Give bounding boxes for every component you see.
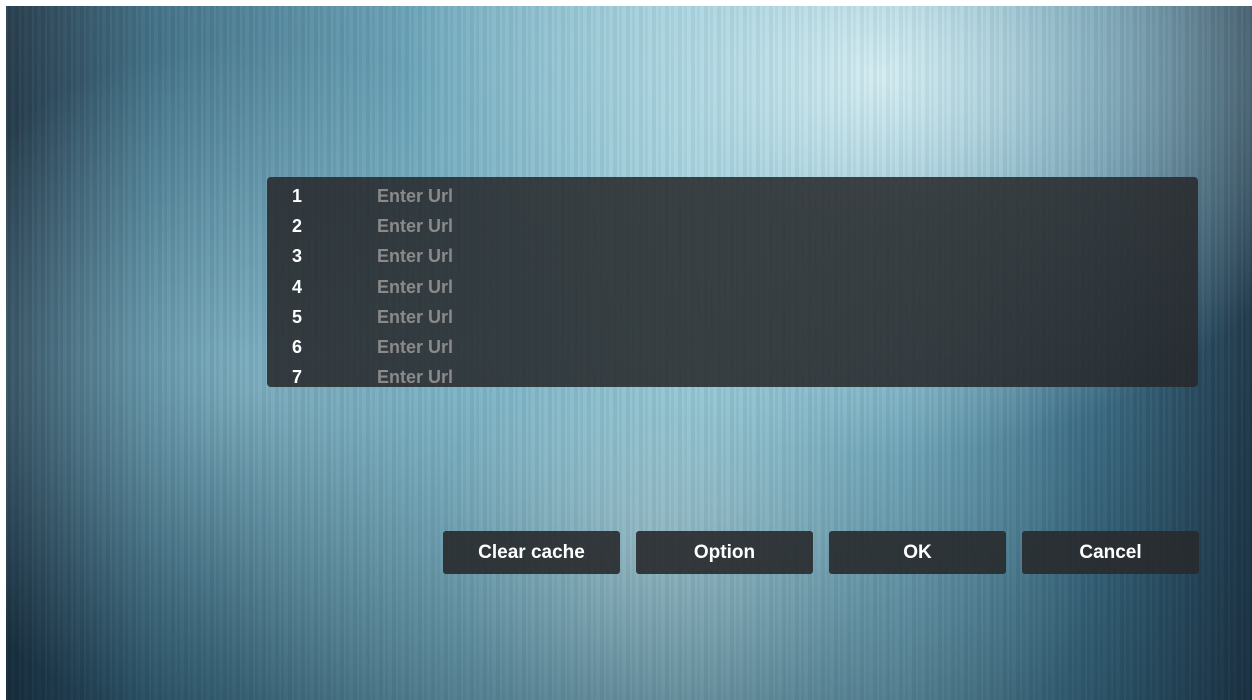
clear-cache-button[interactable]: Clear cache	[443, 531, 620, 574]
url-input-4[interactable]	[377, 274, 1157, 301]
row-number: 7	[292, 367, 303, 388]
url-list-panel: 1 2 3 4 5 6 7	[267, 177, 1198, 391]
url-row-6: 6	[267, 332, 1198, 362]
url-row-3: 3	[267, 242, 1198, 272]
row-number: 3	[292, 246, 303, 267]
row-number: 6	[292, 337, 303, 358]
url-row-1: 1	[267, 181, 1198, 211]
url-row-5: 5	[267, 302, 1198, 332]
cancel-button[interactable]: Cancel	[1022, 531, 1199, 574]
url-input-1[interactable]	[377, 183, 1157, 210]
url-input-2[interactable]	[377, 213, 1157, 240]
ok-button[interactable]: OK	[829, 531, 1006, 574]
url-input-6[interactable]	[377, 334, 1157, 361]
action-button-bar: Clear cache Option OK Cancel	[443, 531, 1199, 574]
row-number: 2	[292, 215, 303, 236]
url-row-4: 4	[267, 272, 1198, 302]
row-number: 4	[292, 276, 303, 297]
url-input-7[interactable]	[377, 364, 1157, 391]
url-row-7: 7	[267, 363, 1198, 393]
background-screen: 1 2 3 4 5 6 7 Clear cache Option	[6, 6, 1252, 700]
row-number: 1	[292, 185, 303, 206]
url-input-5[interactable]	[377, 304, 1157, 331]
url-row-2: 2	[267, 211, 1198, 241]
row-number: 5	[292, 306, 303, 327]
url-input-3[interactable]	[377, 243, 1157, 270]
option-button[interactable]: Option	[636, 531, 813, 574]
